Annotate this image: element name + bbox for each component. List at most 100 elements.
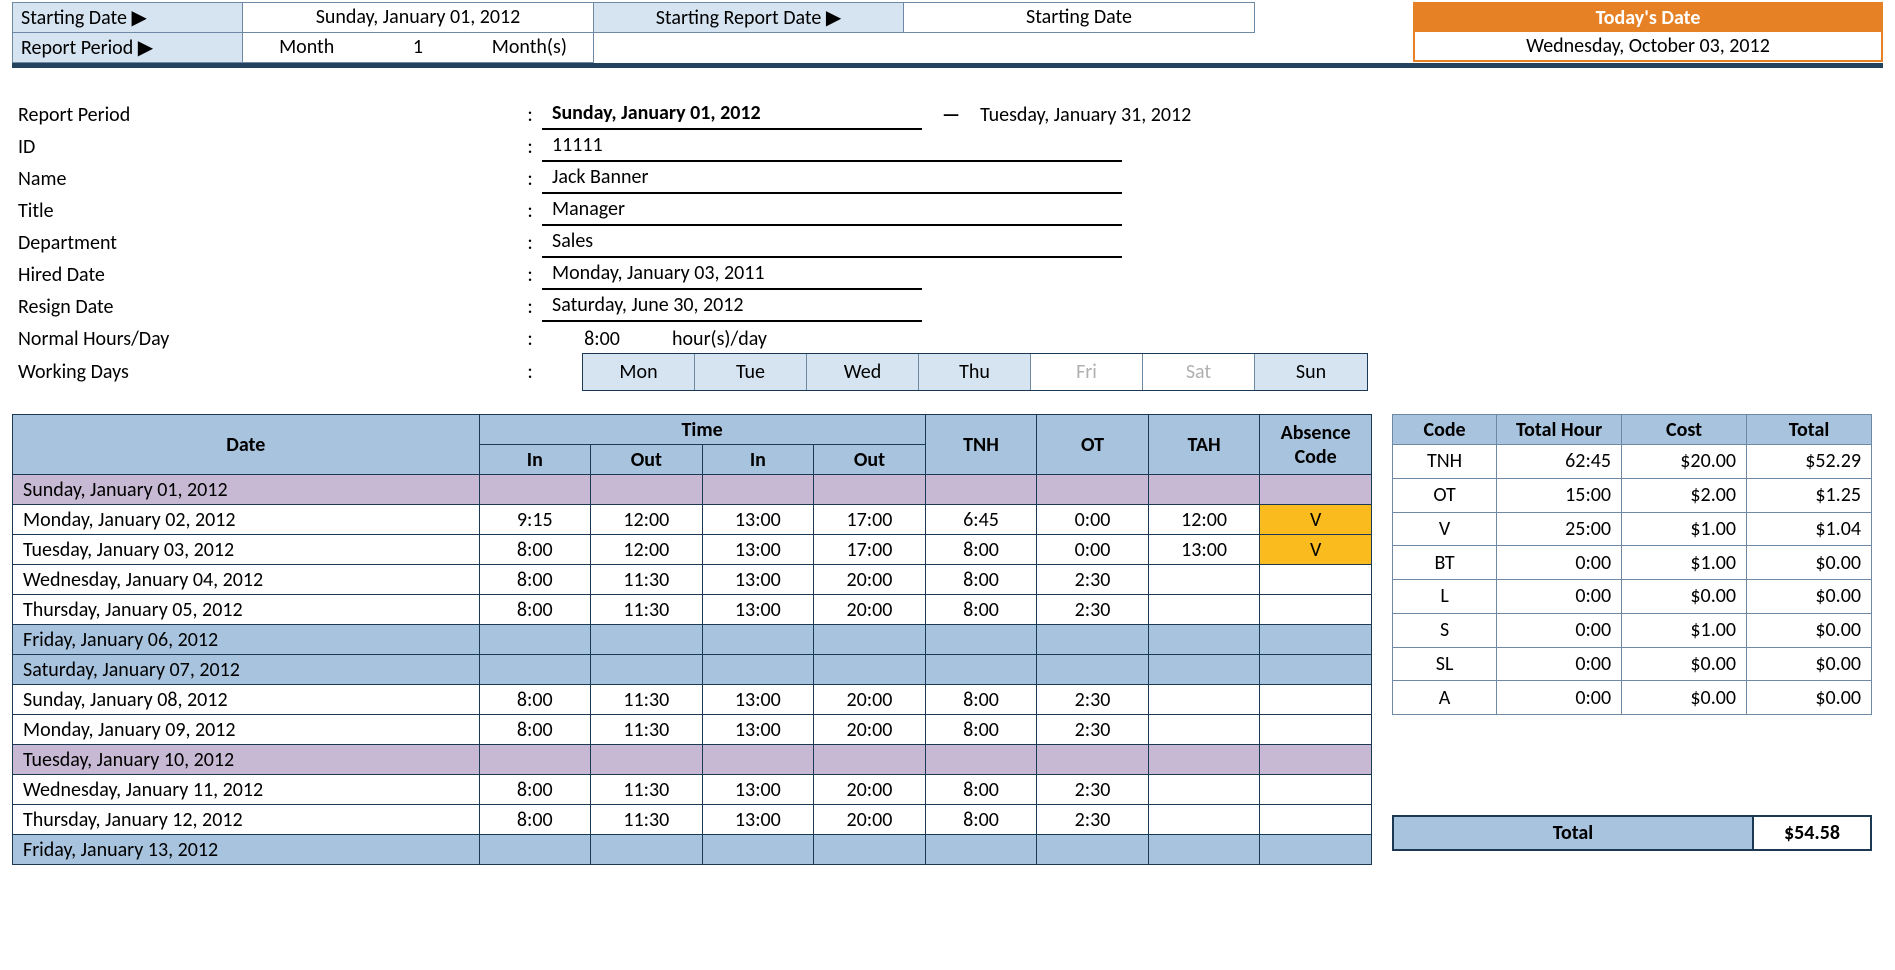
- cell[interactable]: [702, 745, 814, 775]
- cell[interactable]: Tuesday, January 03, 2012: [13, 535, 480, 565]
- cell[interactable]: 17:00: [814, 505, 926, 535]
- cell[interactable]: 13:00: [702, 685, 814, 715]
- cell[interactable]: [925, 625, 1037, 655]
- cell[interactable]: 8:00: [925, 775, 1037, 805]
- cell[interactable]: [479, 475, 591, 505]
- cell[interactable]: [1148, 715, 1260, 745]
- cell[interactable]: [1148, 745, 1260, 775]
- cell[interactable]: [1260, 685, 1372, 715]
- cell[interactable]: 2:30: [1037, 775, 1149, 805]
- cell[interactable]: [1260, 625, 1372, 655]
- cell[interactable]: 9:15: [479, 505, 591, 535]
- cell[interactable]: 8:00: [925, 715, 1037, 745]
- cell[interactable]: 20:00: [814, 595, 926, 625]
- cell[interactable]: 0:00: [1037, 535, 1149, 565]
- cell[interactable]: 13:00: [702, 505, 814, 535]
- cell[interactable]: [702, 475, 814, 505]
- cell[interactable]: 11:30: [591, 775, 703, 805]
- cell[interactable]: [1260, 835, 1372, 865]
- cell[interactable]: 13:00: [702, 535, 814, 565]
- cell[interactable]: [1037, 745, 1149, 775]
- cell[interactable]: [479, 745, 591, 775]
- cell[interactable]: [1037, 625, 1149, 655]
- cell[interactable]: [591, 655, 703, 685]
- resign-val[interactable]: Saturday, June 30, 2012: [542, 290, 922, 322]
- cell[interactable]: 11:30: [591, 805, 703, 835]
- cell[interactable]: [479, 655, 591, 685]
- cell[interactable]: 8:00: [925, 535, 1037, 565]
- cell[interactable]: [1148, 625, 1260, 655]
- cell[interactable]: Tuesday, January 10, 2012: [13, 745, 480, 775]
- name-val[interactable]: Jack Banner: [542, 162, 1122, 194]
- cell[interactable]: 8:00: [479, 535, 591, 565]
- cell[interactable]: [925, 745, 1037, 775]
- cell[interactable]: 20:00: [814, 565, 926, 595]
- cell[interactable]: [1148, 595, 1260, 625]
- cell[interactable]: Monday, January 02, 2012: [13, 505, 480, 535]
- cell[interactable]: 8:00: [479, 715, 591, 745]
- cell[interactable]: [1260, 805, 1372, 835]
- cell[interactable]: [479, 835, 591, 865]
- cell[interactable]: [814, 835, 926, 865]
- cell[interactable]: [1148, 655, 1260, 685]
- cell[interactable]: 11:30: [591, 715, 703, 745]
- cell[interactable]: Wednesday, January 11, 2012: [13, 775, 480, 805]
- daycell-sun[interactable]: Sun: [1255, 354, 1367, 390]
- cell[interactable]: [1260, 775, 1372, 805]
- cell[interactable]: 13:00: [702, 595, 814, 625]
- cell[interactable]: 12:00: [591, 505, 703, 535]
- cell[interactable]: [702, 655, 814, 685]
- cell[interactable]: 13:00: [702, 565, 814, 595]
- cell[interactable]: [1148, 685, 1260, 715]
- cell[interactable]: [1148, 775, 1260, 805]
- daycell-wed[interactable]: Wed: [807, 354, 919, 390]
- report-period-value[interactable]: Month 1 Month(s): [243, 33, 593, 62]
- cell[interactable]: [591, 475, 703, 505]
- cell[interactable]: Thursday, January 05, 2012: [13, 595, 480, 625]
- cell[interactable]: 6:45: [925, 505, 1037, 535]
- cell[interactable]: [1037, 835, 1149, 865]
- cell[interactable]: 8:00: [925, 805, 1037, 835]
- cell[interactable]: 8:00: [925, 565, 1037, 595]
- cell[interactable]: [1260, 715, 1372, 745]
- cell[interactable]: 13:00: [702, 715, 814, 745]
- cell[interactable]: 13:00: [1148, 535, 1260, 565]
- cell[interactable]: [702, 835, 814, 865]
- starting-date-value[interactable]: Sunday, January 01, 2012: [243, 3, 593, 32]
- cell[interactable]: Sunday, January 08, 2012: [13, 685, 480, 715]
- cell[interactable]: 20:00: [814, 715, 926, 745]
- cell[interactable]: [1260, 655, 1372, 685]
- cell[interactable]: 8:00: [479, 565, 591, 595]
- cell[interactable]: 11:30: [591, 565, 703, 595]
- cell[interactable]: 20:00: [814, 685, 926, 715]
- cell[interactable]: 8:00: [925, 685, 1037, 715]
- cell[interactable]: 0:00: [1037, 505, 1149, 535]
- cell[interactable]: 8:00: [479, 805, 591, 835]
- cell[interactable]: V: [1260, 505, 1372, 535]
- title-val[interactable]: Manager: [542, 194, 1122, 226]
- cell[interactable]: [1148, 805, 1260, 835]
- cell[interactable]: [1037, 475, 1149, 505]
- daycell-tue[interactable]: Tue: [695, 354, 807, 390]
- cell[interactable]: 12:00: [1148, 505, 1260, 535]
- cell[interactable]: 8:00: [479, 595, 591, 625]
- cell[interactable]: [814, 745, 926, 775]
- cell[interactable]: 13:00: [702, 775, 814, 805]
- cell[interactable]: [591, 745, 703, 775]
- cell[interactable]: [925, 835, 1037, 865]
- cell[interactable]: 2:30: [1037, 565, 1149, 595]
- cell[interactable]: [1260, 745, 1372, 775]
- cell[interactable]: [814, 475, 926, 505]
- cell[interactable]: Friday, January 13, 2012: [13, 835, 480, 865]
- id-val[interactable]: 11111: [542, 130, 1122, 162]
- cell[interactable]: Saturday, January 07, 2012: [13, 655, 480, 685]
- cell[interactable]: 8:00: [479, 685, 591, 715]
- cell[interactable]: 8:00: [925, 595, 1037, 625]
- cell[interactable]: [1037, 655, 1149, 685]
- cell[interactable]: [1260, 475, 1372, 505]
- cell[interactable]: 11:30: [591, 685, 703, 715]
- starting-report-value[interactable]: Starting Date: [904, 3, 1254, 32]
- hours-val[interactable]: 8:00: [542, 324, 662, 354]
- cell[interactable]: [1260, 595, 1372, 625]
- cell[interactable]: [925, 655, 1037, 685]
